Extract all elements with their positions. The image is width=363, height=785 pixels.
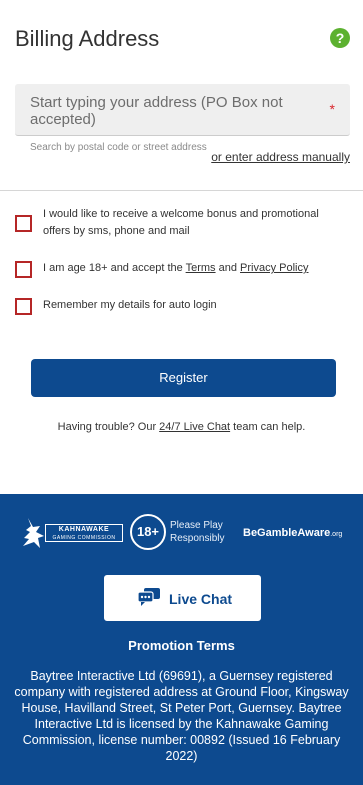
please-play-responsibly: Please Play Responsibly — [170, 519, 224, 545]
live-chat-link[interactable]: 24/7 Live Chat — [159, 421, 230, 433]
question-icon[interactable]: ? — [330, 28, 350, 48]
chat-bubbles-icon — [138, 588, 160, 606]
page-title: Billing Address — [15, 26, 160, 51]
promotion-terms-title[interactable]: Promotion Terms — [0, 638, 363, 653]
remember-me-label: Remember my details for auto login — [43, 299, 217, 311]
promo-consent-row: I would like to receive a welcome bonus … — [15, 206, 355, 240]
age-terms-label: I am age 18+ and accept the Terms and Pr… — [43, 260, 309, 277]
regulator-logos: KAHNAWAKE GAMING COMMISSION 18+ Please Pl… — [0, 512, 363, 552]
footer: KAHNAWAKE GAMING COMMISSION 18+ Please Pl… — [0, 494, 363, 785]
privacy-policy-link[interactable]: Privacy Policy — [240, 262, 308, 274]
live-chat-label: Live Chat — [169, 591, 233, 607]
begambleaware-logo[interactable]: BeGambleAware.org — [243, 527, 342, 539]
kahnawake-name: KAHNAWAKE — [58, 526, 110, 533]
promo-consent-label: I would like to receive a welcome bonus … — [43, 208, 319, 237]
address-hint: Search by postal code or street address — [30, 142, 207, 153]
please-play-line2: Responsibly — [170, 533, 225, 544]
header: Billing Address ? — [0, 0, 363, 70]
help-text-suffix: team can help. — [230, 421, 306, 433]
address-placeholder: Start typing your address (PO Box not ac… — [30, 94, 283, 128]
please-play-line1: Please Play — [170, 520, 223, 531]
kahnawake-sub: GAMING COMMISSION — [52, 535, 116, 541]
age-18-badge: 18+ — [130, 514, 166, 550]
kahnawake-logo: KAHNAWAKE GAMING COMMISSION — [45, 524, 123, 542]
age-terms-row: I am age 18+ and accept the Terms and Pr… — [15, 260, 355, 280]
age-terms-checkbox[interactable] — [15, 261, 32, 278]
terms-link[interactable]: Terms — [186, 262, 216, 274]
begambleaware-text: BeGambleAware — [243, 527, 331, 539]
begambleaware-org: .org — [330, 531, 343, 538]
promotion-terms-text: Baytree Interactive Ltd (69691), a Guern… — [14, 669, 349, 763]
age-terms-text: I am age 18+ and accept the — [43, 262, 186, 274]
enter-address-manually-link[interactable]: or enter address manually — [211, 150, 350, 164]
remember-me-row: Remember my details for auto login — [15, 297, 355, 317]
promo-consent-checkbox[interactable] — [15, 215, 32, 232]
remember-me-checkbox[interactable] — [15, 298, 32, 315]
kahnawake-feather-icon — [23, 518, 44, 548]
help-text-prefix: Having trouble? Our — [57, 421, 160, 433]
divider — [0, 190, 363, 191]
help-text: Having trouble? Our 24/7 Live Chat team … — [0, 421, 363, 433]
address-search-input[interactable]: Start typing your address (PO Box not ac… — [15, 84, 350, 136]
register-button[interactable]: Register — [31, 359, 336, 397]
live-chat-button[interactable]: Live Chat — [104, 575, 261, 621]
required-marker: * — [329, 101, 335, 117]
age-terms-and: and — [215, 262, 241, 274]
